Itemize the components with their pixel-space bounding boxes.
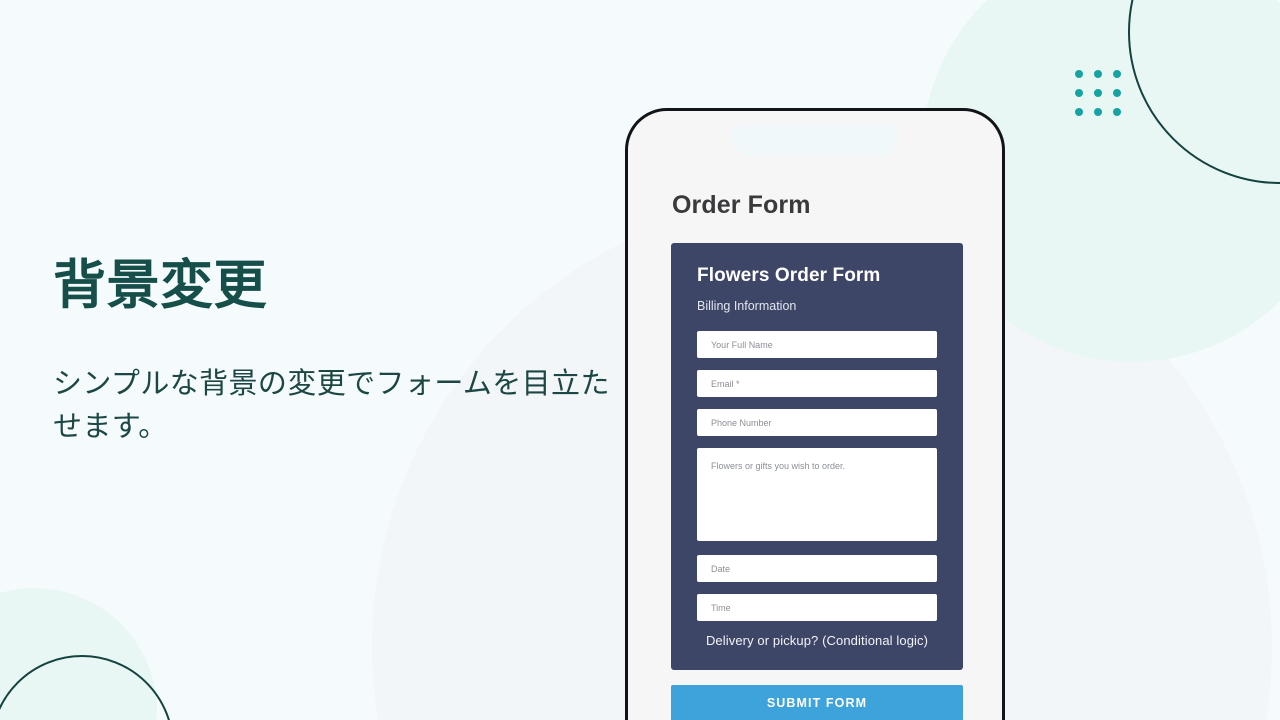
full-name-input[interactable] <box>697 331 937 358</box>
screen-title: Order Form <box>672 191 811 219</box>
date-input[interactable] <box>697 555 937 582</box>
grid-dot <box>1075 70 1083 78</box>
form-title: Flowers Order Form <box>697 265 881 286</box>
phone-screen: Order Form Flowers Order Form Billing In… <box>647 125 983 720</box>
phone-number-input[interactable] <box>697 409 937 436</box>
time-input[interactable] <box>697 594 937 621</box>
grid-dot <box>1094 108 1102 116</box>
email-input[interactable] <box>697 370 937 397</box>
submit-form-button[interactable]: SUBMIT FORM <box>671 685 963 720</box>
grid-dot <box>1113 108 1121 116</box>
page-title: 背景変更 <box>53 256 267 315</box>
grid-dot <box>1075 89 1083 97</box>
dot-grid-icon <box>1075 70 1121 116</box>
circle-outline-bottom-left <box>0 655 174 720</box>
grid-dot <box>1113 70 1121 78</box>
grid-dot <box>1113 89 1121 97</box>
order-form-card: Flowers Order Form Billing Information D… <box>671 243 963 670</box>
conditional-logic-text: Delivery or pickup? (Conditional logic) <box>705 633 929 648</box>
phone-mockup: Order Form Flowers Order Form Billing In… <box>625 108 1005 720</box>
grid-dot <box>1094 70 1102 78</box>
slide-canvas: 背景変更 シンプルな背景の変更でフォームを目立たせます。 Order Form … <box>0 0 1280 720</box>
grid-dot <box>1075 108 1083 116</box>
mint-circle-bottom-left <box>0 588 157 720</box>
form-subtitle: Billing Information <box>697 299 797 313</box>
phone-notch <box>732 125 898 155</box>
page-subtitle: シンプルな背景の変更でフォームを目立たせます。 <box>53 368 610 444</box>
order-details-textarea[interactable] <box>697 448 937 541</box>
copy-block: 背景変更 シンプルな背景の変更でフォームを目立たせます。 <box>53 256 613 449</box>
circle-outline-top-right <box>1128 0 1280 184</box>
grid-dot <box>1094 89 1102 97</box>
